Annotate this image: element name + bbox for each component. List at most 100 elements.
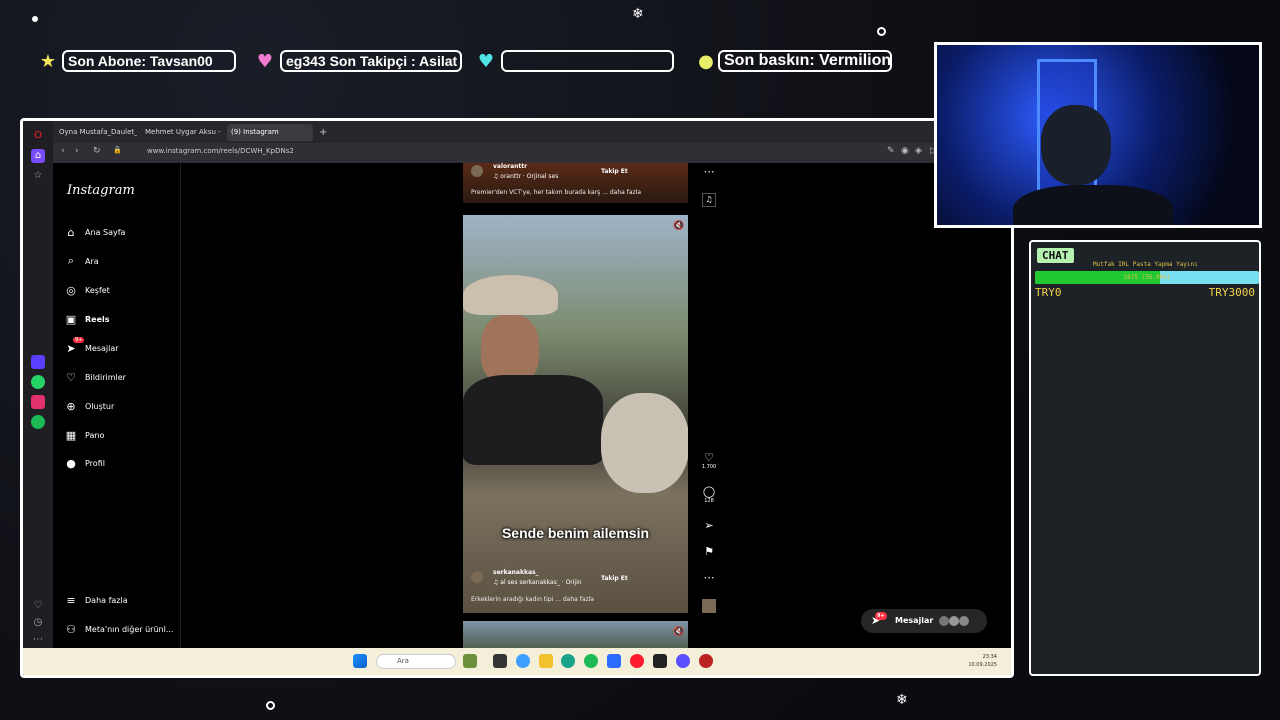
more-options-icon[interactable]: ⋯ xyxy=(699,571,719,584)
obs-icon[interactable] xyxy=(653,654,667,668)
profile-icon: ● xyxy=(66,456,76,470)
follow-button[interactable]: Takip Et xyxy=(601,575,628,582)
reel-username[interactable]: valoranttr xyxy=(493,163,527,170)
nav-messages[interactable]: ➤ 9+ Mesajlar xyxy=(65,336,119,355)
reel-description[interactable]: Premier'den VCT'ye, her takım burada kar… xyxy=(471,189,641,196)
edit-icon[interactable]: ✎ xyxy=(887,146,895,156)
nav-label: Mesajlar xyxy=(85,343,119,353)
home-icon: ⌂ xyxy=(67,225,75,239)
nav-label: Keşfet xyxy=(85,285,110,295)
next-reel[interactable]: 🔇 xyxy=(463,621,688,651)
nav-more[interactable]: ≡ Daha fazla xyxy=(65,593,128,607)
streamer-body xyxy=(1013,185,1173,225)
nav-label: Daha fazla xyxy=(85,595,128,605)
reel-username[interactable]: serkanakkas_ xyxy=(493,569,539,576)
address-bar: ‹ › ↻ 🔒 www.instagram.com/reels/DCWH_KpD… xyxy=(53,143,1011,163)
widget-icon[interactable] xyxy=(463,654,477,668)
back-icon[interactable]: ‹ xyxy=(61,146,65,156)
opera-sidebar: O ⌂ ☆ ♡ ◷ ⋯ xyxy=(23,121,53,675)
opera-icon[interactable] xyxy=(630,654,644,668)
app-icon[interactable] xyxy=(699,654,713,668)
follow-button[interactable]: Takip Et xyxy=(601,168,628,175)
heart-icon: ♥ xyxy=(256,51,274,72)
nav-notifications[interactable]: ♡ Bildirimler xyxy=(65,370,126,384)
instagram-rail-icon[interactable] xyxy=(31,395,45,409)
nav-dashboard[interactable]: ▦ Pano xyxy=(65,428,105,442)
star-icon: ★ xyxy=(39,51,57,72)
reel-audio[interactable]: ♫ oranttr · Orjinal ses xyxy=(493,173,558,180)
nav-create[interactable]: ⊕ Oluştur xyxy=(65,399,114,413)
mute-icon[interactable]: 🔇 xyxy=(669,627,688,637)
reel-description[interactable]: Erkeklerin aradığı kadın tipi ... daha f… xyxy=(471,596,594,603)
heart-rail-icon[interactable]: ♡ xyxy=(31,599,45,613)
tab-youtube[interactable]: Mehmet Uygar Aksu - Ad xyxy=(141,124,223,141)
audio-thumb-icon[interactable] xyxy=(702,599,716,613)
nav-search[interactable]: ⌕ Ara xyxy=(65,254,99,268)
taskbar-clock[interactable]: 23:34 10.09.2025 xyxy=(968,653,997,669)
discord-icon[interactable] xyxy=(676,654,690,668)
nav-explore[interactable]: ◎ Keşfet xyxy=(65,283,110,297)
reel-audio[interactable]: ♫ al ses serkanakkas_ · Orijin xyxy=(493,579,582,586)
instagram-page: Instagram ⌂ Ana Sayfa ⌕ Ara ◎ Keşfet ▣ Reels… xyxy=(53,163,1011,651)
avatar xyxy=(959,616,969,626)
save-button[interactable]: ⚑ xyxy=(699,545,719,558)
plus-icon: ⊕ xyxy=(66,399,76,413)
nav-home[interactable]: ⌂ Ana Sayfa xyxy=(65,225,126,239)
current-reel[interactable]: Sende benim ailemsin 🔇 serkanakkas_ ♫ al… xyxy=(463,215,688,613)
like-button[interactable]: ♡ 1.700 xyxy=(699,451,719,470)
whatsapp-icon[interactable] xyxy=(31,375,45,389)
nav-profile[interactable]: ● Profil xyxy=(65,456,105,470)
reload-icon[interactable]: ↻ xyxy=(93,146,101,156)
spotify-icon[interactable] xyxy=(584,654,598,668)
last-subscriber: Son Abone: Tavsan00 xyxy=(62,50,236,72)
url-field[interactable]: www.instagram.com/reels/DCWH_KpDNs2 xyxy=(147,147,294,155)
snowflake-icon: ❄ xyxy=(632,6,644,22)
nav-label: Meta'nın diğer ürünl... xyxy=(85,624,174,634)
spotify-icon[interactable] xyxy=(31,415,45,429)
nav-meta[interactable]: ⚇ Meta'nın diğer ürünl... xyxy=(65,622,173,636)
shield-icon[interactable]: ◈ xyxy=(915,146,922,156)
bookmarks-icon[interactable]: ☆ xyxy=(31,169,45,183)
taskbar-search[interactable]: Ara xyxy=(376,654,456,669)
windows-start-icon[interactable] xyxy=(353,654,367,668)
nav-label: Pano xyxy=(85,430,105,440)
history-icon[interactable]: ◷ xyxy=(31,616,45,630)
windows-taskbar: Ara 23:34 10.09.2025 xyxy=(23,648,1011,675)
nav-label: Ara xyxy=(85,256,99,266)
messages-pill[interactable]: ➤ 9+ Mesajlar xyxy=(861,609,987,633)
forward-icon[interactable]: › xyxy=(75,146,79,156)
audio-thumb-icon[interactable]: ♫ xyxy=(702,193,716,207)
instagram-logo[interactable]: Instagram xyxy=(67,183,135,198)
more-options-icon[interactable]: ⋯ xyxy=(699,165,719,178)
mute-icon[interactable]: 🔇 xyxy=(669,221,688,231)
home-rail-icon[interactable]: ⌂ xyxy=(31,149,45,163)
search-icon: ⌕ xyxy=(67,254,75,267)
chat-panel: CHAT Mutfak IRL Pasta Yapma Yayını 1675 … xyxy=(1029,240,1261,676)
messages-badge: 9+ xyxy=(875,612,887,620)
avatar[interactable] xyxy=(471,571,483,583)
nav-reels[interactable]: ▣ Reels xyxy=(65,312,110,326)
tab-kick[interactable]: Oyna Mustafa_Daulet_09 - xyxy=(55,124,137,141)
last-gift xyxy=(501,50,674,72)
comment-button[interactable]: ◯ 128 xyxy=(699,485,719,504)
browser-window: O ⌂ ☆ ♡ ◷ ⋯ Oyna Mustafa_Daulet_09 - Meh… xyxy=(20,118,1014,678)
jacket xyxy=(463,375,603,465)
edge-icon[interactable] xyxy=(561,654,575,668)
messages-pill-label: Mesajlar xyxy=(895,616,934,625)
previous-reel[interactable]: valoranttr ♫ oranttr · Orjinal ses Takip… xyxy=(463,163,688,203)
lock-icon: 🔒 xyxy=(113,146,122,154)
avatar[interactable] xyxy=(471,165,483,177)
new-tab-button[interactable]: + xyxy=(315,124,329,141)
camera-icon[interactable]: ◉ xyxy=(901,146,909,156)
store-icon[interactable] xyxy=(607,654,621,668)
opera-logo-icon[interactable]: O xyxy=(31,129,45,143)
task-view-icon[interactable] xyxy=(493,654,507,668)
nav-label: Oluştur xyxy=(85,401,115,411)
more-rail-icon[interactable]: ⋯ xyxy=(31,633,45,647)
copilot-icon[interactable] xyxy=(516,654,530,668)
tab-instagram[interactable]: (9) Instagram xyxy=(227,124,313,141)
aria-icon[interactable] xyxy=(31,355,45,369)
file-explorer-icon[interactable] xyxy=(539,654,553,668)
goal-progress-bar: 1675 (55.90%) xyxy=(1035,271,1259,284)
share-button[interactable]: ➢ xyxy=(699,519,719,532)
